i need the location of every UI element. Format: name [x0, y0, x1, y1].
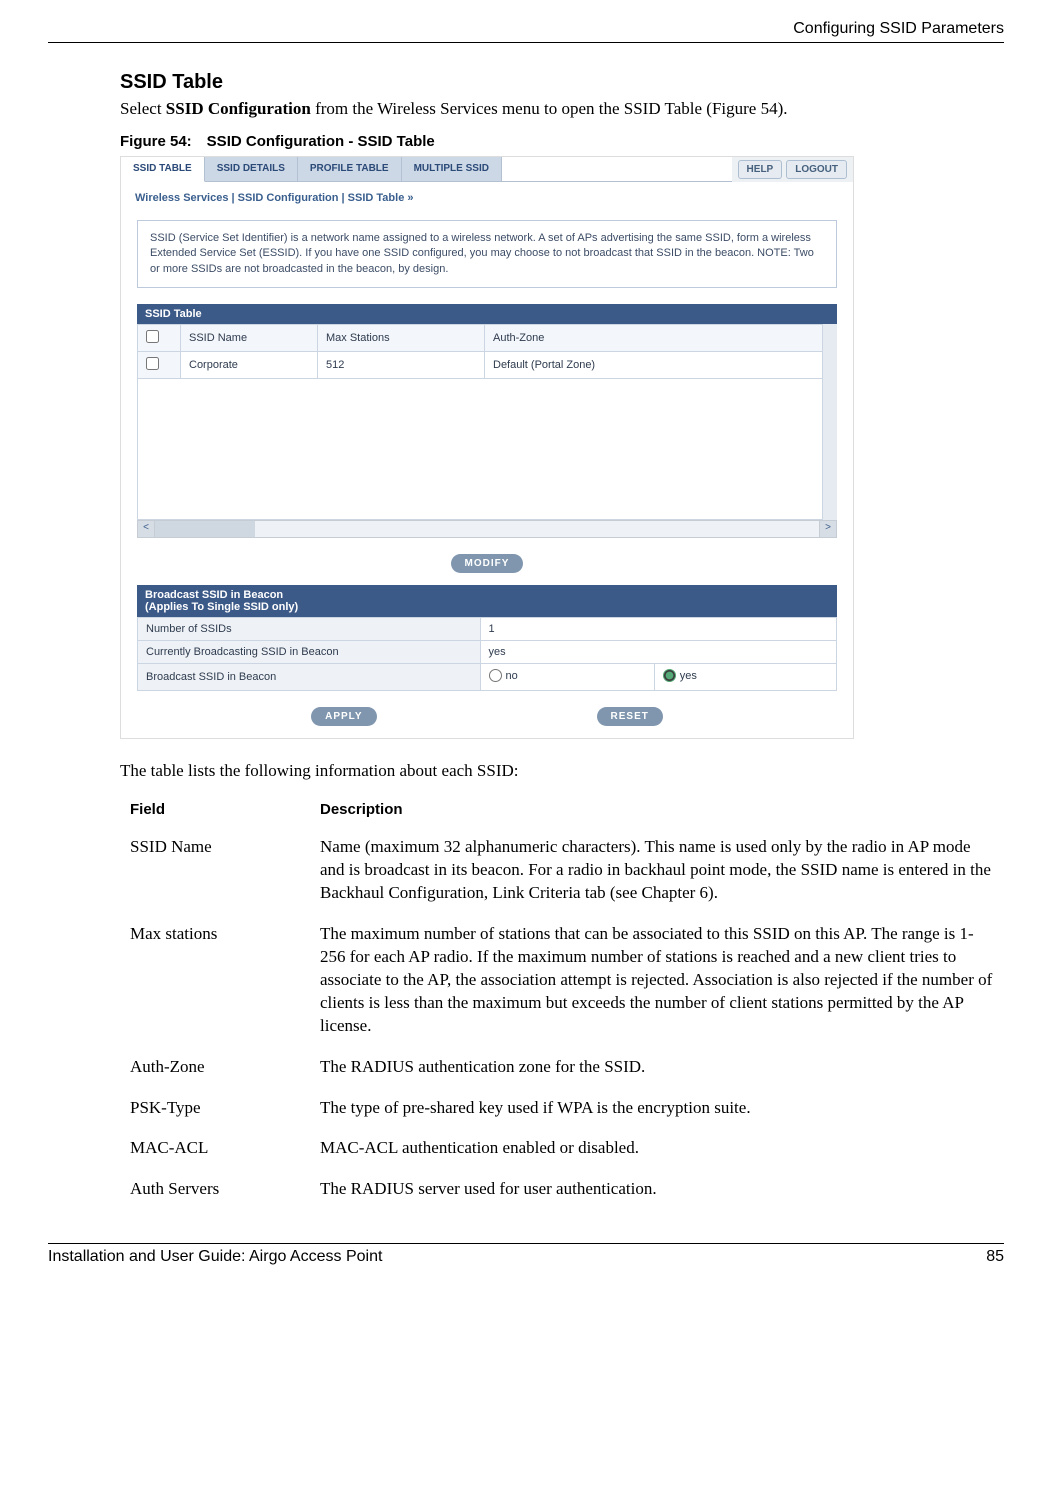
scroll-left-icon[interactable]: < [138, 521, 155, 537]
logout-button[interactable]: LOGOUT [786, 160, 847, 179]
defs-head-field: Field [120, 795, 310, 830]
def-row: Auth-ZoneThe RADIUS authentication zone … [120, 1050, 1004, 1091]
tab-ssid-details[interactable]: SSID DETAILS [205, 157, 298, 182]
info-box: SSID (Service Set Identifier) is a netwo… [137, 220, 837, 288]
table-empty-area [137, 379, 837, 520]
ssid-table-row[interactable]: Corporate 512 Default (Portal Zone) [138, 352, 837, 379]
def-field: Max stations [120, 917, 310, 1050]
def-row: Max stationsThe maximum number of statio… [120, 917, 1004, 1050]
col-auth-zone: Auth-Zone [485, 325, 837, 352]
def-row: Auth ServersThe RADIUS server used for u… [120, 1172, 1004, 1213]
def-desc: The type of pre-shared key used if WPA i… [310, 1091, 1004, 1132]
cell-max-stations: 512 [318, 352, 485, 379]
def-field: Auth-Zone [120, 1050, 310, 1091]
cell-auth-zone: Default (Portal Zone) [485, 352, 837, 379]
intro-b: SSID Configuration [166, 99, 311, 118]
apply-button[interactable]: APPLY [311, 707, 376, 726]
help-button[interactable]: HELP [738, 160, 783, 179]
ssid-table-panel-title: SSID Table [137, 304, 837, 324]
reset-button[interactable]: RESET [597, 707, 663, 726]
broadcast-ssid-label: Broadcast SSID in Beacon [138, 664, 481, 691]
vertical-scrollbar[interactable] [822, 324, 837, 520]
def-desc: Name (maximum 32 alphanumeric characters… [310, 830, 1004, 917]
currently-broadcasting-value: yes [480, 641, 837, 664]
footer-page-number: 85 [986, 1248, 1004, 1266]
def-field: PSK-Type [120, 1091, 310, 1132]
scroll-right-icon[interactable]: > [819, 521, 836, 537]
broadcast-panel-title: Broadcast SSID in Beacon (Applies To Sin… [137, 585, 837, 617]
section-title: SSID Table [120, 71, 1004, 94]
footer-left: Installation and User Guide: Airgo Acces… [48, 1248, 382, 1266]
intro-c: from the Wireless Services menu to open … [311, 99, 788, 118]
tab-ssid-table[interactable]: SSID TABLE [121, 157, 205, 182]
row-checkbox[interactable] [146, 357, 159, 370]
currently-broadcasting-label: Currently Broadcasting SSID in Beacon [138, 641, 481, 664]
def-field: MAC-ACL [120, 1131, 310, 1172]
breadcrumb: Wireless Services | SSID Configuration |… [121, 182, 853, 214]
tab-profile-table[interactable]: PROFILE TABLE [298, 157, 402, 182]
field-definitions-table: Field Description SSID NameName (maximum… [120, 795, 1004, 1213]
after-figure-text: The table lists the following informatio… [120, 761, 1004, 781]
def-field: Auth Servers [120, 1172, 310, 1213]
broadcast-no-label: no [506, 670, 518, 682]
def-desc: The RADIUS authentication zone for the S… [310, 1050, 1004, 1091]
col-max-stations: Max Stations [318, 325, 485, 352]
figure-screenshot: SSID TABLE SSID DETAILS PROFILE TABLE MU… [120, 156, 854, 739]
def-row: PSK-TypeThe type of pre-shared key used … [120, 1091, 1004, 1132]
broadcast-yes-label: yes [680, 670, 697, 682]
def-row: MAC-ACLMAC-ACL authentication enabled or… [120, 1131, 1004, 1172]
intro-sentence: Select SSID Configuration from the Wirel… [120, 98, 1004, 121]
num-ssids-label: Number of SSIDs [138, 618, 481, 641]
scroll-thumb[interactable] [155, 521, 255, 537]
broadcast-no-radio[interactable] [489, 669, 502, 682]
header-rule [48, 42, 1004, 43]
intro-a: Select [120, 99, 166, 118]
def-desc: The maximum number of stations that can … [310, 917, 1004, 1050]
page-header-right: Configuring SSID Parameters [48, 20, 1004, 38]
def-row: SSID NameName (maximum 32 alphanumeric c… [120, 830, 1004, 917]
select-all-checkbox[interactable] [146, 330, 159, 343]
ssid-table-header-row: SSID Name Max Stations Auth-Zone [138, 325, 837, 352]
num-ssids-value: 1 [480, 618, 837, 641]
horizontal-scrollbar[interactable]: < > [137, 520, 837, 538]
def-desc: MAC-ACL authentication enabled or disabl… [310, 1131, 1004, 1172]
col-ssid-name: SSID Name [181, 325, 318, 352]
cell-ssid-name: Corporate [181, 352, 318, 379]
broadcast-yes-radio[interactable] [663, 669, 676, 682]
def-desc: The RADIUS server used for user authenti… [310, 1172, 1004, 1213]
defs-head-desc: Description [310, 795, 1004, 830]
tab-row: SSID TABLE SSID DETAILS PROFILE TABLE MU… [121, 157, 732, 182]
tab-multiple-ssid[interactable]: MULTIPLE SSID [402, 157, 502, 182]
figure-caption: Figure 54: SSID Configuration - SSID Tab… [120, 133, 1004, 150]
def-field: SSID Name [120, 830, 310, 917]
modify-button[interactable]: MODIFY [451, 554, 524, 573]
